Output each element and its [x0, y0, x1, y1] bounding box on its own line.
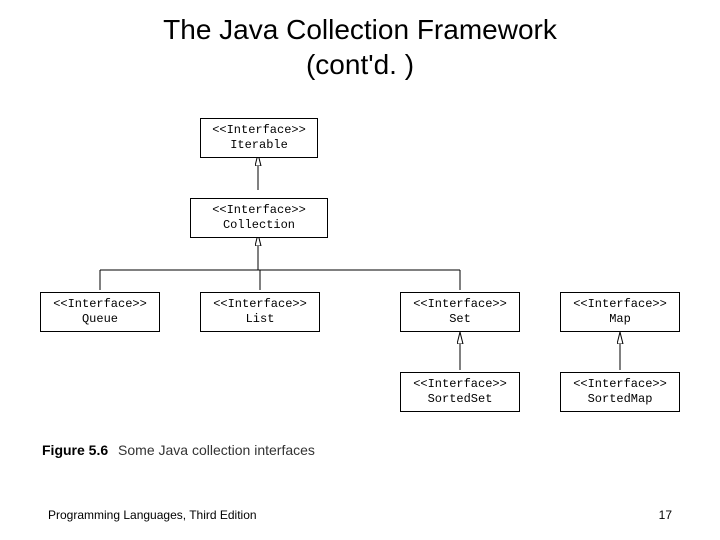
figure-text: Some Java collection interfaces [118, 442, 315, 458]
footer-left: Programming Languages, Third Edition [48, 508, 257, 522]
name: Iterable [203, 138, 315, 153]
stereo: <<Interface>> [403, 297, 517, 312]
name: Queue [43, 312, 157, 327]
stereo: <<Interface>> [563, 297, 677, 312]
stereo: <<Interface>> [193, 203, 325, 218]
figure-caption: Figure 5.6 Some Java collection interfac… [42, 442, 315, 458]
name: Map [563, 312, 677, 327]
stereo: <<Interface>> [563, 377, 677, 392]
box-list: <<Interface>> List [200, 292, 320, 332]
stereo: <<Interface>> [203, 297, 317, 312]
slide-title: The Java Collection Framework (cont'd. ) [0, 0, 720, 82]
name: Set [403, 312, 517, 327]
stereo: <<Interface>> [403, 377, 517, 392]
box-sortedset: <<Interface>> SortedSet [400, 372, 520, 412]
uml-diagram: <<Interface>> Iterable <<Interface>> Col… [40, 110, 680, 430]
name: SortedMap [563, 392, 677, 407]
stereo: <<Interface>> [43, 297, 157, 312]
name: List [203, 312, 317, 327]
box-collection: <<Interface>> Collection [190, 198, 328, 238]
box-sortedmap: <<Interface>> SortedMap [560, 372, 680, 412]
figure-label: Figure 5.6 [42, 442, 108, 458]
title-line1: The Java Collection Framework [163, 14, 557, 45]
name: SortedSet [403, 392, 517, 407]
page-number: 17 [659, 508, 672, 522]
box-iterable: <<Interface>> Iterable [200, 118, 318, 158]
title-line2: (cont'd. ) [306, 49, 414, 80]
name: Collection [193, 218, 325, 233]
stereo: <<Interface>> [203, 123, 315, 138]
box-queue: <<Interface>> Queue [40, 292, 160, 332]
box-map: <<Interface>> Map [560, 292, 680, 332]
box-set: <<Interface>> Set [400, 292, 520, 332]
